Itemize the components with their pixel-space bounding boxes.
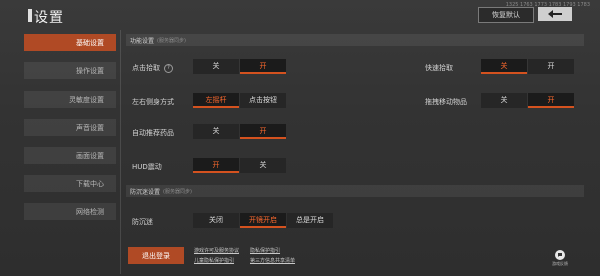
rapid-pickup-label: 快速拾取 [425,64,453,72]
sidebar-item-basic[interactable]: 基础设置 [24,34,116,51]
anti-addiction-off-button[interactable]: 关闭 [193,213,239,228]
click-pickup-off-button[interactable]: 关 [193,59,239,74]
rapid-pickup-off-button[interactable]: 关 [481,59,527,74]
section-subtitle: (服务器同步) [157,37,186,44]
anti-addiction-label: 防沉迷 [132,218,153,226]
sidebar-item-network[interactable]: 网络检测 [24,203,116,220]
sidebar-divider [120,30,121,274]
game-license-link[interactable]: 游戏许可及服务协议 [194,247,239,254]
auto-recommend-off-button[interactable]: 关 [193,124,239,139]
lean-mode-tap-button[interactable]: 点击按钮 [240,93,286,108]
anti-addiction-scope-button[interactable]: 开镜开启 [240,213,286,228]
hud-shake-on-button[interactable]: 开 [193,158,239,173]
anti-addiction-always-button[interactable]: 总是开启 [287,213,333,228]
feedback-button[interactable]: 游戏反馈 [548,250,572,267]
top-bar: 设置 1325 1763 1773 1783 1793 1783 恢复默认 [0,0,600,30]
back-button[interactable] [538,7,572,21]
page-title: 设置 [34,10,64,26]
child-privacy-link[interactable]: 儿童隐私保护指引 [194,257,234,264]
hud-shake-label: HUD震动 [132,163,162,171]
privacy-policy-link[interactable]: 隐私保护指引 [250,247,280,254]
feedback-label: 游戏反馈 [552,261,568,266]
section-title: 功能设置 [130,37,155,45]
sidebar-item-downloads[interactable]: 下载中心 [24,175,116,192]
auto-recommend-label: 自动推荐药品 [132,129,174,137]
rapid-pickup-on-button[interactable]: 开 [528,59,574,74]
auto-recommend-on-button[interactable]: 开 [240,124,286,139]
click-pickup-on-button[interactable]: 开 [240,59,286,74]
section-header-anti-addiction: 防沉迷设置 (服务器同步) [126,185,584,197]
back-arrow-icon [548,10,562,18]
sidebar-item-sensitivity[interactable]: 灵敏度设置 [24,91,116,108]
hud-shake-off-button[interactable]: 关 [240,158,286,173]
drag-item-label: 拖拽移动物品 [425,98,467,106]
sidebar-item-graphics[interactable]: 画面设置 [24,147,116,164]
click-pickup-label: 点击拾取? [132,63,173,73]
title-accent-bar [28,9,32,22]
feedback-icon [555,250,565,260]
section-subtitle: (服务器同步) [163,188,192,195]
logout-button[interactable]: 退出登录 [128,247,184,264]
lean-mode-label: 左右侧身方式 [132,98,174,106]
sidebar-item-controls[interactable]: 操作设置 [24,62,116,79]
help-icon[interactable]: ? [164,63,173,73]
restore-defaults-button[interactable]: 恢复默认 [478,7,534,23]
drag-item-off-button[interactable]: 关 [481,93,527,108]
sidebar-item-sound[interactable]: 声音设置 [24,119,116,136]
drag-item-on-button[interactable]: 开 [528,93,574,108]
third-party-sharing-link[interactable]: 第三方信息共享清单 [250,257,295,264]
lean-mode-joystick-button[interactable]: 左摇杆 [193,93,239,108]
section-header-function: 功能设置 (服务器同步) [126,34,584,46]
section-title: 防沉迷设置 [130,188,161,196]
